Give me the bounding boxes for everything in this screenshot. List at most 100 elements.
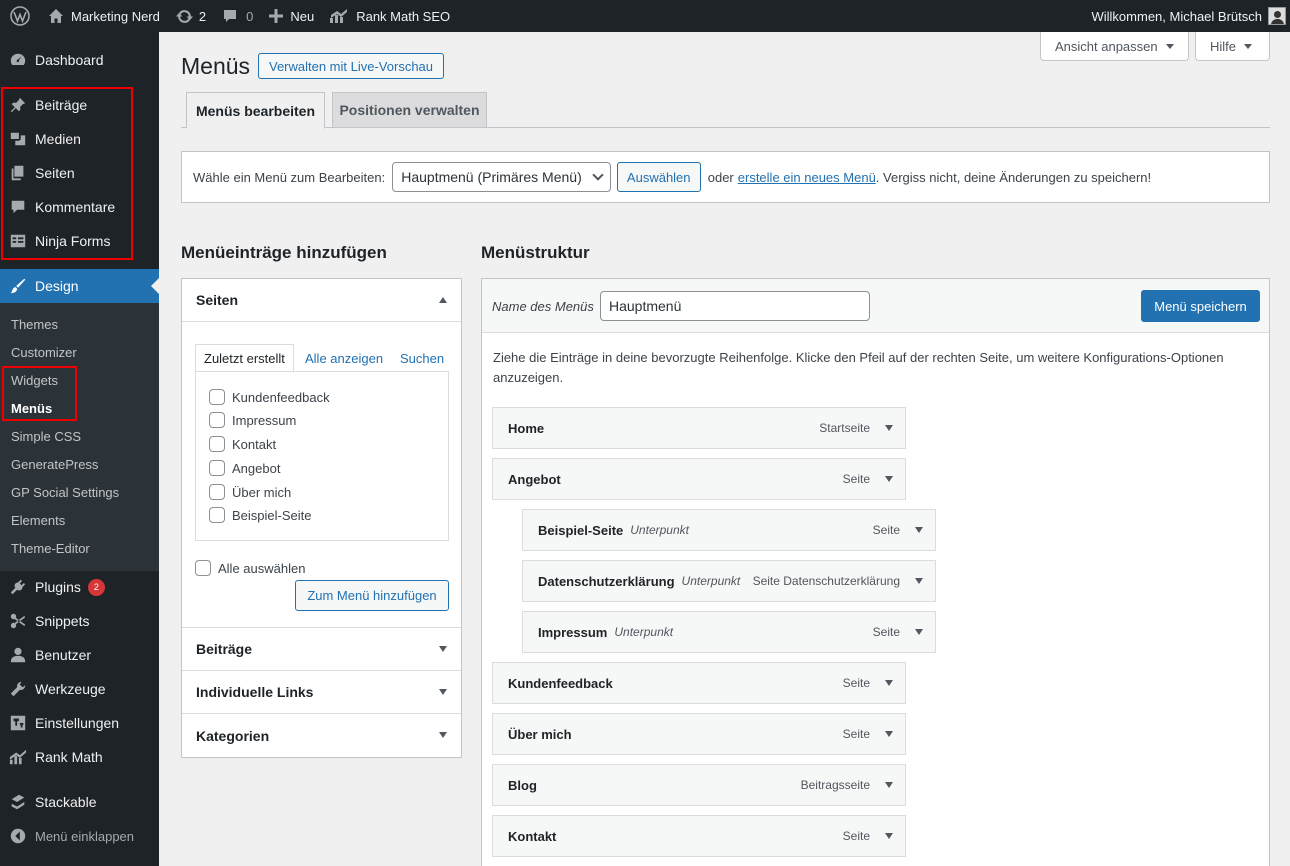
tab-edit-menus[interactable]: Menüs bearbeiten bbox=[186, 92, 325, 129]
add-to-menu-label: Zum Menü hinzufügen bbox=[307, 588, 437, 603]
sidebar-item-settings[interactable]: Einstellungen bbox=[0, 706, 159, 740]
menu-item-title: Angebot bbox=[508, 471, 561, 487]
help-button[interactable]: Hilfe bbox=[1195, 32, 1270, 61]
menu-item-ueber-mich[interactable]: Über mich Seite bbox=[492, 713, 906, 755]
sidebar-item-design[interactable]: Design bbox=[0, 269, 159, 303]
page-label: Kontakt bbox=[232, 436, 277, 452]
expand-arrow-icon[interactable] bbox=[885, 476, 893, 482]
page-title: Menüs bbox=[181, 53, 251, 79]
checkbox[interactable] bbox=[209, 412, 225, 428]
menu-item-angebot[interactable]: Angebot Seite bbox=[492, 458, 906, 500]
sidebar-label: Einstellungen bbox=[35, 715, 120, 731]
arrow-up-icon bbox=[439, 297, 447, 303]
plugin-icon bbox=[0, 578, 35, 596]
add-to-menu-button[interactable]: Zum Menü hinzufügen bbox=[295, 580, 449, 611]
accordion-pages-header[interactable]: Seiten bbox=[182, 279, 461, 322]
menu-name-input[interactable]: Hauptmenü bbox=[600, 291, 870, 321]
tab-recent[interactable]: Zuletzt erstellt bbox=[195, 344, 294, 372]
collapse-menu-button[interactable]: Menü einklappen bbox=[0, 819, 159, 853]
submenu-generatepress[interactable]: GeneratePress bbox=[11, 457, 98, 472]
tab-view-all[interactable]: Alle anzeigen bbox=[297, 344, 391, 372]
save-menu-button[interactable]: Menü speichern bbox=[1141, 290, 1260, 322]
expand-arrow-icon[interactable] bbox=[915, 527, 923, 533]
highlight-box bbox=[2, 366, 77, 421]
list-item[interactable]: Kontakt bbox=[209, 436, 276, 452]
tab-search[interactable]: Suchen bbox=[392, 344, 452, 372]
updates-link[interactable]: 2 bbox=[168, 0, 214, 32]
arrow-down-icon bbox=[439, 646, 447, 652]
dashboard-icon bbox=[0, 51, 35, 69]
user-icon bbox=[0, 646, 35, 664]
menu-select-dropdown[interactable]: Hauptmenü (Primäres Menü) bbox=[392, 162, 611, 192]
menu-item-kontakt[interactable]: Kontakt Seite bbox=[492, 815, 906, 857]
list-item[interactable]: Über mich bbox=[209, 484, 291, 500]
submenu-themes[interactable]: Themes bbox=[11, 317, 58, 332]
sidebar-item-dashboard[interactable]: Dashboard bbox=[0, 43, 159, 77]
menu-item-title: Beispiel-Seite bbox=[538, 522, 624, 538]
menu-item-type: Startseite bbox=[819, 421, 870, 435]
accordion-custom-links[interactable]: Individuelle Links bbox=[182, 671, 461, 714]
wordpress-logo-icon[interactable] bbox=[0, 0, 40, 32]
home-icon bbox=[49, 9, 63, 23]
checkbox[interactable] bbox=[209, 460, 225, 476]
list-item[interactable]: Angebot bbox=[209, 460, 280, 476]
expand-arrow-icon[interactable] bbox=[885, 833, 893, 839]
sidebar-item-stackable[interactable]: Stackable bbox=[0, 785, 159, 819]
screen-options-button[interactable]: Ansicht anpassen bbox=[1040, 32, 1189, 61]
tab-manage-locations[interactable]: Positionen verwalten bbox=[332, 92, 487, 128]
menu-item-blog[interactable]: Blog Beitragsseite bbox=[492, 764, 906, 806]
menu-item-subitem-label: Unterpunkt bbox=[614, 625, 674, 639]
submenu-gp-social[interactable]: GP Social Settings bbox=[11, 485, 119, 500]
accordion-posts[interactable]: Beiträge bbox=[182, 628, 461, 671]
submenu-elements[interactable]: Elements bbox=[11, 513, 65, 528]
checkbox[interactable] bbox=[209, 389, 225, 405]
list-item[interactable]: Impressum bbox=[209, 412, 296, 428]
sidebar-item-rank-math[interactable]: Rank Math bbox=[0, 740, 159, 774]
live-preview-button[interactable]: Verwalten mit Live-Vorschau bbox=[258, 53, 444, 79]
sidebar-item-users[interactable]: Benutzer bbox=[0, 638, 159, 672]
comments-link[interactable]: 0 bbox=[214, 0, 261, 32]
sidebar-item-plugins[interactable]: Plugins 2 bbox=[0, 570, 159, 604]
new-content-link[interactable]: Neu bbox=[261, 0, 322, 32]
select-all-row[interactable]: Alle auswählen bbox=[195, 560, 305, 576]
list-item[interactable]: Beispiel-Seite bbox=[209, 507, 312, 523]
submenu-simple-css[interactable]: Simple CSS bbox=[11, 429, 81, 444]
menu-item-datenschutz[interactable]: Datenschutzerklärung Unterpunkt Seite Date… bbox=[522, 560, 936, 602]
save-menu-label: Menü speichern bbox=[1154, 298, 1247, 314]
admin-sidebar: Dashboard Beiträge Medien Seiten Komment… bbox=[0, 32, 159, 866]
my-account-link[interactable]: Willkommen, Michael Brütsch bbox=[1084, 0, 1290, 32]
select-all-checkbox[interactable] bbox=[195, 560, 211, 576]
select-button[interactable]: Auswählen bbox=[616, 162, 701, 192]
menu-item-beispiel-seite[interactable]: Beispiel-Seite Unterpunkt Seite bbox=[522, 509, 936, 551]
expand-arrow-icon[interactable] bbox=[915, 629, 923, 635]
expand-arrow-icon[interactable] bbox=[885, 425, 893, 431]
menu-item-impressum[interactable]: Impressum Unterpunkt Seite bbox=[522, 611, 936, 653]
menu-item-home[interactable]: Home Startseite bbox=[492, 407, 906, 449]
site-name: Marketing Nerd bbox=[71, 8, 160, 24]
brush-icon bbox=[0, 277, 35, 295]
accordion-title: Individuelle Links bbox=[196, 684, 314, 700]
list-item[interactable]: Kundenfeedback bbox=[209, 389, 330, 405]
sidebar-item-tools[interactable]: Werkzeuge bbox=[0, 672, 159, 706]
site-name-link[interactable]: Marketing Nerd bbox=[40, 0, 168, 32]
expand-arrow-icon[interactable] bbox=[915, 578, 923, 584]
submenu-customizer[interactable]: Customizer bbox=[11, 345, 77, 360]
sidebar-label: Werkzeuge bbox=[35, 681, 106, 697]
menu-item-kundenfeedback[interactable]: Kundenfeedback Seite bbox=[492, 662, 906, 704]
rank-math-link[interactable]: Rank Math SEO bbox=[322, 0, 458, 32]
collapse-icon bbox=[0, 827, 35, 845]
accordion-categories[interactable]: Kategorien bbox=[182, 714, 461, 757]
checkbox[interactable] bbox=[209, 436, 225, 452]
expand-arrow-icon[interactable] bbox=[885, 782, 893, 788]
sidebar-item-snippets[interactable]: Snippets bbox=[0, 604, 159, 638]
scissors-icon bbox=[0, 612, 35, 630]
create-new-menu-link[interactable]: erstelle ein neues Menü bbox=[738, 170, 876, 185]
checkbox[interactable] bbox=[209, 507, 225, 523]
expand-arrow-icon[interactable] bbox=[885, 731, 893, 737]
submenu-theme-editor[interactable]: Theme-Editor bbox=[11, 541, 90, 556]
sidebar-label: Rank Math bbox=[35, 749, 103, 765]
checkbox[interactable] bbox=[209, 484, 225, 500]
menu-item-title: Datenschutzerklärung bbox=[538, 573, 675, 589]
expand-arrow-icon[interactable] bbox=[885, 680, 893, 686]
menu-item-type: Beitragsseite bbox=[800, 778, 870, 792]
